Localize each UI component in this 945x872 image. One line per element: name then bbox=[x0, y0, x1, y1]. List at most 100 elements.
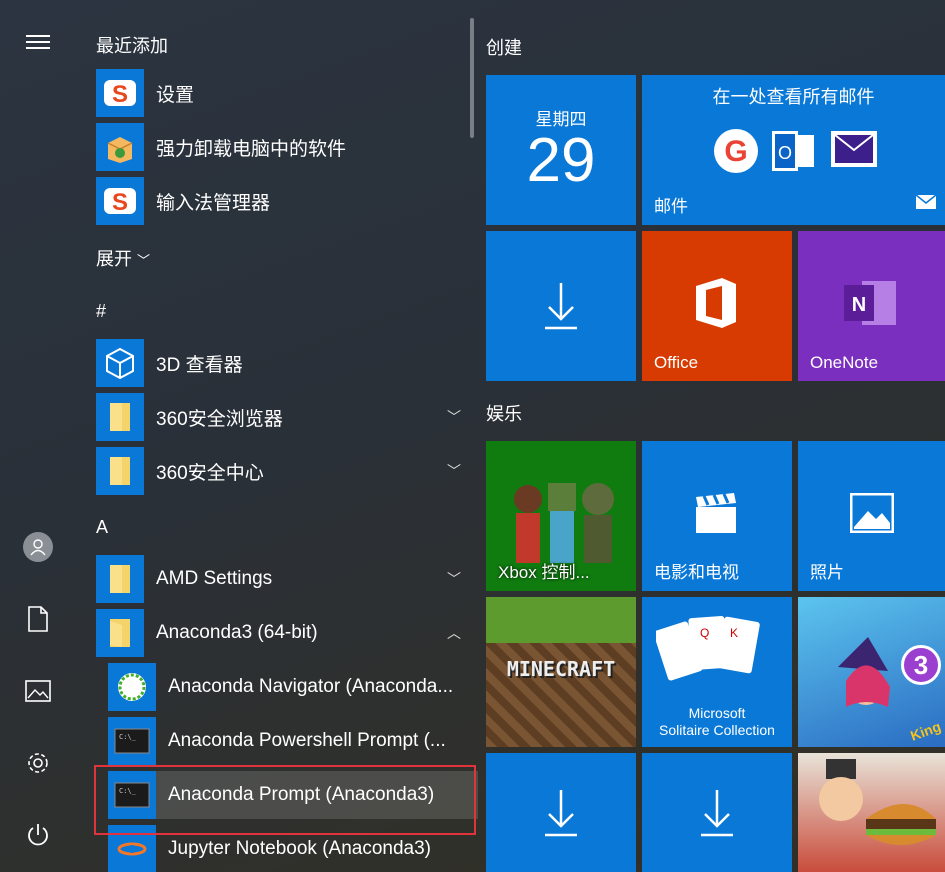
folder-icon bbox=[96, 393, 144, 441]
level-badge: 3 bbox=[901, 645, 941, 685]
gear-icon[interactable] bbox=[22, 747, 54, 779]
king-logo: King bbox=[908, 718, 943, 744]
group-header-create[interactable]: 创建 bbox=[486, 34, 522, 60]
letter-header-a[interactable]: A bbox=[96, 517, 108, 538]
applist-scrollbar[interactable] bbox=[470, 18, 474, 138]
folder-label: Anaconda3 (64-bit) bbox=[156, 622, 318, 643]
calendar-date: 29 bbox=[526, 126, 596, 195]
start-rail bbox=[0, 0, 76, 872]
solitaire-line1: Microsoft bbox=[688, 705, 746, 721]
minecraft-logo-text: MINECRAFT bbox=[506, 657, 616, 681]
power-icon[interactable] bbox=[22, 819, 54, 851]
group-header-entertainment[interactable]: 娱乐 bbox=[486, 400, 522, 426]
app-item-label: Jupyter Notebook (Anaconda3) bbox=[168, 838, 431, 859]
movies-tv-tile[interactable]: 电影和电视 bbox=[642, 441, 792, 591]
photos-label: 照片 bbox=[810, 563, 844, 582]
app-item-label: 强力卸载电脑中的软件 bbox=[156, 138, 347, 160]
chevron-down-icon: ﹀ bbox=[447, 463, 461, 479]
folder-amd-settings[interactable]: AMD Settings ﹀ bbox=[96, 555, 466, 603]
sogou-icon: S bbox=[96, 177, 144, 225]
cooking-game-tile[interactable] bbox=[798, 753, 945, 872]
mail-label: 邮件 bbox=[654, 197, 688, 216]
photos-icon bbox=[849, 492, 895, 538]
terminal-icon: C:\_ bbox=[108, 717, 156, 765]
app-item-label: 设置 bbox=[156, 84, 195, 106]
clapperboard-icon bbox=[694, 491, 738, 540]
picture-icon[interactable] bbox=[22, 675, 54, 707]
svg-text:N: N bbox=[852, 294, 866, 316]
mail-badge-icon bbox=[915, 194, 937, 215]
hamburger-icon[interactable] bbox=[22, 26, 54, 58]
svg-text:S: S bbox=[112, 189, 128, 216]
letter-header-hash[interactable]: # bbox=[96, 301, 106, 322]
bubble-witch-tile[interactable]: 3 King bbox=[798, 597, 945, 747]
download-tile[interactable] bbox=[642, 753, 792, 872]
outlook-icon: O bbox=[770, 129, 816, 178]
folder-360-security[interactable]: 360安全中心 ﹀ bbox=[96, 447, 466, 495]
open-folder-icon bbox=[96, 609, 144, 657]
app-item-ime-manager[interactable]: S 输入法管理器 bbox=[96, 177, 466, 225]
grass-block-image bbox=[486, 597, 636, 643]
mail-tile[interactable]: 在一处查看所有邮件 G O 邮件 bbox=[642, 75, 945, 225]
download-icon bbox=[701, 789, 733, 836]
cube-icon bbox=[96, 339, 144, 387]
app-item-label: Anaconda Powershell Prompt (... bbox=[168, 730, 446, 751]
office-label: Office bbox=[654, 353, 699, 372]
app-item-uninstaller[interactable]: 强力卸载电脑中的软件 bbox=[96, 123, 466, 171]
svg-text:S: S bbox=[112, 81, 128, 108]
xbox-label: Xbox 控制... bbox=[498, 563, 590, 582]
folder-icon bbox=[96, 447, 144, 495]
app-item-anaconda-powershell[interactable]: C:\_ Anaconda Powershell Prompt (... bbox=[108, 717, 466, 765]
onenote-icon: N bbox=[842, 279, 898, 332]
download-icon bbox=[545, 283, 577, 330]
expand-button[interactable]: 展开 ﹀ bbox=[96, 245, 150, 271]
uninstall-box-icon bbox=[96, 123, 144, 171]
app-list: 最近添加 S 设置 强力卸载电脑中的软件 S 输入法管理器 展开 ﹀ # 3D … bbox=[76, 0, 478, 872]
highlight-box bbox=[94, 765, 476, 835]
chevron-down-icon: ﹀ bbox=[137, 253, 151, 268]
mail-tagline: 在一处查看所有邮件 bbox=[712, 87, 875, 107]
svg-text:Q: Q bbox=[700, 626, 709, 640]
download-tile[interactable] bbox=[486, 753, 636, 872]
witch-character-image bbox=[828, 637, 908, 742]
anaconda-ring-icon bbox=[108, 663, 156, 711]
chevron-down-icon: ﹀ bbox=[447, 409, 461, 425]
app-item-anaconda-navigator[interactable]: Anaconda Navigator (Anaconda... bbox=[108, 663, 466, 711]
folder-label: 360安全中心 bbox=[156, 462, 264, 484]
photos-tile[interactable]: 照片 bbox=[798, 441, 945, 591]
onenote-label: OneNote bbox=[810, 353, 879, 372]
folder-label: 360安全浏览器 bbox=[156, 408, 283, 430]
app-item-3d-viewer[interactable]: 3D 查看器 bbox=[96, 339, 466, 387]
folder-label: AMD Settings bbox=[156, 568, 273, 589]
recent-header: 最近添加 bbox=[96, 36, 168, 56]
solitaire-line2: Solitaire Collection bbox=[659, 722, 775, 738]
sogou-icon: S bbox=[96, 69, 144, 117]
folder-360-browser[interactable]: 360安全浏览器 ﹀ bbox=[96, 393, 466, 441]
google-icon: G bbox=[712, 127, 760, 180]
document-icon[interactable] bbox=[22, 603, 54, 635]
svg-text:C:\_: C:\_ bbox=[119, 733, 137, 741]
download-tile[interactable] bbox=[486, 231, 636, 381]
download-icon bbox=[545, 789, 577, 836]
xbox-tile[interactable]: Xbox 控制... bbox=[486, 441, 636, 591]
svg-text:O: O bbox=[778, 143, 792, 163]
solitaire-tile[interactable]: QK Microsoft Solitaire Collection bbox=[642, 597, 792, 747]
chevron-up-icon: ︿ bbox=[447, 625, 461, 641]
chevron-down-icon: ﹀ bbox=[447, 571, 461, 587]
svg-text:K: K bbox=[730, 626, 738, 640]
user-icon[interactable] bbox=[22, 531, 54, 563]
onenote-tile[interactable]: N OneNote bbox=[798, 231, 945, 381]
app-item-settings[interactable]: S 设置 bbox=[96, 69, 466, 117]
office-icon bbox=[692, 276, 740, 335]
svg-text:G: G bbox=[724, 135, 747, 168]
chef-burger-image bbox=[806, 759, 941, 872]
app-item-label: 输入法管理器 bbox=[156, 192, 271, 214]
app-item-label: Anaconda Navigator (Anaconda... bbox=[168, 676, 454, 697]
folder-icon bbox=[96, 555, 144, 603]
office-tile[interactable]: Office bbox=[642, 231, 792, 381]
folder-anaconda3[interactable]: Anaconda3 (64-bit) ︿ bbox=[96, 609, 466, 657]
app-item-label: 3D 查看器 bbox=[156, 354, 243, 376]
playing-cards-image: QK bbox=[653, 611, 778, 696]
calendar-tile[interactable]: 星期四 29 bbox=[486, 75, 636, 225]
minecraft-tile[interactable]: MINECRAFT bbox=[486, 597, 636, 747]
